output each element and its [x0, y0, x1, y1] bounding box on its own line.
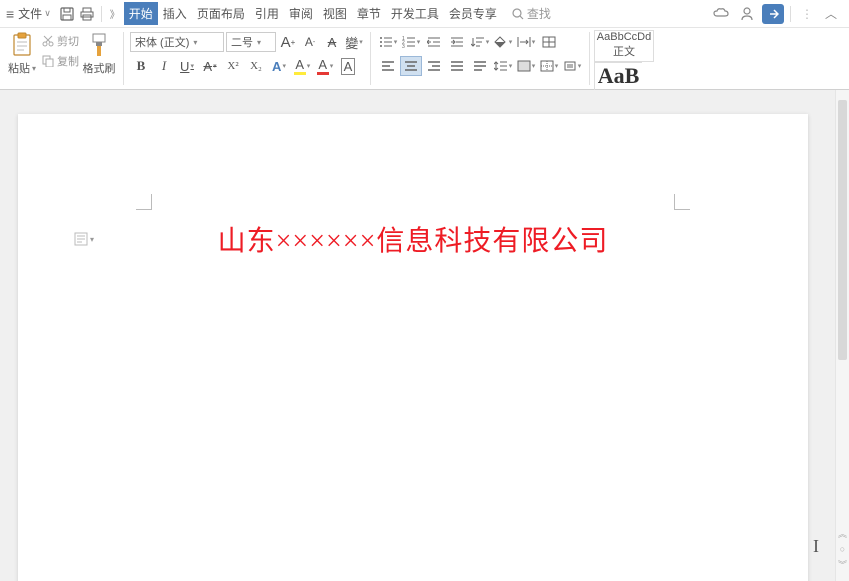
shading-button[interactable]: ▾ — [492, 32, 514, 52]
document-viewport[interactable]: ▾ 山东××××××信息科技有限公司 — [0, 90, 835, 581]
align-justify-button[interactable] — [446, 56, 468, 76]
font-color-button[interactable]: A▾ — [314, 56, 336, 76]
bold-button[interactable]: B — [130, 56, 152, 76]
tab-sections[interactable]: 章节 — [352, 2, 386, 25]
text-effects-button[interactable]: A▾ — [268, 56, 290, 76]
cut-button[interactable]: 剪切 — [42, 32, 79, 50]
qat-more-icon[interactable]: 》 — [110, 6, 120, 21]
char-border-button[interactable]: A — [337, 56, 359, 76]
numbering-button[interactable]: 123▾ — [400, 32, 422, 52]
tab-review[interactable]: 审阅 — [284, 2, 318, 25]
document-title-text[interactable]: 山东××××××信息科技有限公司 — [18, 219, 808, 259]
hamburger-icon[interactable]: ≡ — [6, 6, 14, 22]
ribbon-tabs: 开始 插入 页面布局 引用 审阅 视图 章节 开发工具 会员专享 — [124, 2, 502, 25]
copy-label: 复制 — [57, 53, 79, 69]
search-box[interactable]: 查找 — [512, 5, 551, 22]
subscript-button[interactable]: X₂ — [245, 56, 267, 76]
style-normal-label: 正文 — [613, 43, 635, 61]
scroll-down-double-icon[interactable]: ︾ — [838, 558, 847, 571]
paste-label: 粘贴 — [8, 60, 30, 76]
more-menu-icon[interactable]: ⋮ — [801, 7, 813, 21]
svg-text:3: 3 — [402, 44, 405, 48]
share-button[interactable] — [762, 4, 784, 24]
indent-button[interactable] — [446, 32, 468, 52]
format-painter-label: 格式刷 — [83, 60, 116, 76]
tab-developer[interactable]: 开发工具 — [386, 2, 444, 25]
save-icon[interactable] — [58, 5, 76, 23]
align-left-button[interactable] — [377, 56, 399, 76]
tab-references[interactable]: 引用 — [250, 2, 284, 25]
italic-button[interactable]: I — [153, 56, 175, 76]
font-size-value: 二号 — [231, 34, 253, 50]
style-normal-preview: AaBbCcDd — [597, 31, 651, 43]
clipboard-icon — [11, 32, 33, 58]
user-icon[interactable] — [736, 3, 758, 25]
text-cursor-icon: I — [813, 536, 819, 557]
table-convert-button[interactable] — [538, 32, 560, 52]
borders-button[interactable]: ▾ — [538, 56, 560, 76]
superscript-button[interactable]: X² — [222, 56, 244, 76]
format-painter-button[interactable]: 格式刷 — [81, 32, 117, 76]
font-name-value: 宋体 (正文) — [135, 34, 189, 50]
phonetic-guide-button[interactable]: 變▾ — [344, 32, 364, 52]
tab-member[interactable]: 会员专享 — [444, 2, 502, 25]
underline-button[interactable]: U▾ — [176, 56, 198, 76]
copy-button[interactable]: 复制 — [42, 52, 79, 70]
brush-icon — [88, 32, 110, 58]
align-right-button[interactable] — [423, 56, 445, 76]
copy-icon — [42, 55, 54, 67]
cut-label: 剪切 — [57, 33, 79, 49]
file-dropdown-icon[interactable]: ∨ — [44, 8, 51, 19]
tabs-button[interactable]: ▾ — [515, 32, 537, 52]
cloud-icon[interactable] — [710, 3, 732, 25]
scroll-page-icon[interactable]: ○ — [840, 544, 845, 554]
show-marks-button[interactable]: ▾ — [561, 56, 583, 76]
outdent-button[interactable] — [423, 32, 445, 52]
scroll-thumb[interactable] — [838, 100, 847, 360]
style-heading1-preview: AaB — [598, 63, 640, 89]
font-size-select[interactable]: 二号▾ — [226, 32, 276, 52]
search-placeholder: 查找 — [527, 5, 551, 22]
font-name-select[interactable]: 宋体 (正文)▾ — [130, 32, 224, 52]
tab-view[interactable]: 视图 — [318, 2, 352, 25]
bullets-button[interactable]: ▾ — [377, 32, 399, 52]
line-spacing-button[interactable]: ▾ — [492, 56, 514, 76]
grow-font-button[interactable]: A+ — [278, 32, 298, 52]
tab-insert[interactable]: 插入 — [158, 2, 192, 25]
scissors-icon — [42, 35, 54, 47]
highlight-button[interactable]: A▾ — [291, 56, 313, 76]
vertical-scrollbar[interactable]: ︽ ○ ︾ — [835, 90, 849, 581]
tab-start[interactable]: 开始 — [124, 2, 158, 25]
para-shading-button[interactable]: ▾ — [515, 56, 537, 76]
margin-marker-tl — [136, 194, 152, 210]
file-menu[interactable]: 文件 — [18, 5, 42, 22]
style-normal[interactable]: AaBbCcDd 正文 — [594, 30, 654, 62]
align-distribute-button[interactable] — [469, 56, 491, 76]
clear-format-button[interactable]: A — [322, 32, 342, 52]
print-icon[interactable] — [78, 5, 96, 23]
document-page[interactable]: ▾ 山东××××××信息科技有限公司 — [18, 114, 808, 581]
scroll-up-double-icon[interactable]: ︽ — [838, 527, 847, 540]
margin-marker-tr — [674, 194, 690, 210]
align-center-button[interactable] — [400, 56, 422, 76]
search-icon — [512, 8, 524, 20]
shrink-font-button[interactable]: A- — [300, 32, 320, 52]
strikethrough-button[interactable]: A▾ — [199, 56, 221, 76]
paste-button[interactable]: 粘贴▾ — [6, 32, 38, 76]
tab-page-layout[interactable]: 页面布局 — [192, 2, 250, 25]
sort-button[interactable]: ▾ — [469, 32, 491, 52]
collapse-ribbon-icon[interactable]: ︿ — [825, 5, 837, 22]
